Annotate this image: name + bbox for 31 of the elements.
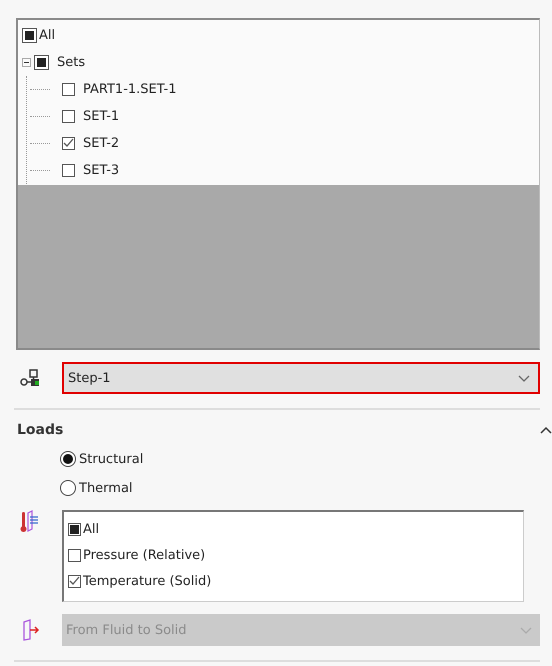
load-item-label: Temperature (Solid)	[83, 574, 212, 588]
checkbox[interactable]	[62, 137, 75, 150]
checkbox[interactable]	[68, 548, 81, 562]
load-item-label: All	[83, 522, 100, 536]
caret-icon	[518, 374, 530, 382]
radio-button[interactable]	[60, 480, 76, 496]
checkbox[interactable]	[62, 110, 75, 123]
caret-icon	[520, 626, 532, 634]
tree-item-label: SET-2	[83, 136, 120, 151]
section-title: Loads	[17, 422, 64, 438]
step-icon	[20, 368, 42, 388]
checkbox[interactable]	[68, 522, 81, 536]
checkbox[interactable]	[62, 164, 75, 177]
radio-label: Structural	[79, 452, 144, 466]
step-dropdown[interactable]: Step-1	[62, 362, 540, 394]
tree-item-label: PART1-1.SET-1	[83, 82, 176, 97]
thermometer-icon	[20, 510, 40, 534]
checkbox[interactable]	[34, 55, 49, 70]
radio-button[interactable]	[60, 451, 76, 467]
checkbox[interactable]	[62, 83, 75, 96]
collapse-icon[interactable]	[22, 58, 31, 67]
load-item-label: Pressure (Relative)	[83, 548, 206, 562]
checkbox[interactable]	[22, 28, 37, 43]
tree-item-label: SET-3	[83, 163, 120, 178]
door-arrow-icon	[22, 619, 40, 641]
tree-item-label: SET-1	[83, 109, 120, 124]
collapse-icon[interactable]	[540, 426, 552, 434]
radio-label: Thermal	[79, 480, 133, 496]
tree-item-label: All	[39, 28, 56, 43]
checkbox[interactable]	[68, 574, 81, 588]
tree-item-label: Sets	[57, 55, 86, 70]
